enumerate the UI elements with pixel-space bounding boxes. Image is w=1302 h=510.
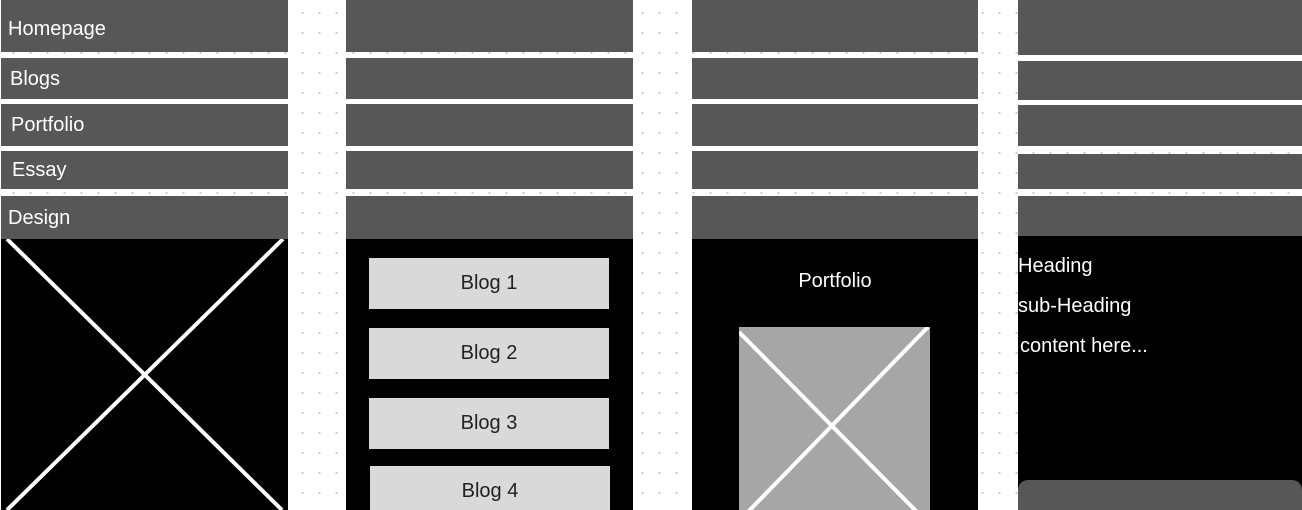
blog-2-button[interactable]: Blog 2 xyxy=(369,328,609,379)
portfolio-image-placeholder xyxy=(739,327,930,510)
article-footer-bar[interactable] xyxy=(1018,480,1302,510)
nav-bar-blank[interactable] xyxy=(1018,105,1302,146)
nav-design[interactable]: Design xyxy=(1,196,288,239)
nav-label: Portfolio xyxy=(11,114,85,136)
blog-label: Blog 1 xyxy=(460,272,518,294)
image-placeholder-icon xyxy=(5,239,285,510)
image-placeholder-icon xyxy=(739,327,930,510)
article-screen: Heading sub-Heading content here... xyxy=(1018,236,1302,510)
nav-essay[interactable]: Essay xyxy=(1,151,288,189)
blog-1-button[interactable]: Blog 1 xyxy=(369,258,609,309)
article-content: content here... xyxy=(1020,335,1148,357)
hero-image-placeholder xyxy=(1,239,288,510)
portfolio-title: Portfolio xyxy=(798,270,872,292)
home-panel: Homepage Blogs Portfolio Essay Design xyxy=(1,0,288,510)
nav-homepage[interactable]: Homepage xyxy=(1,0,288,52)
blog-list-screen: Blog 1 Blog 2 Blog 3 Blog 4 xyxy=(346,239,633,510)
blogs-panel: Blog 1 Blog 2 Blog 3 Blog 4 xyxy=(346,0,633,510)
nav-label: Blogs xyxy=(10,67,61,90)
blog-label: Blog 2 xyxy=(460,342,518,364)
nav-bar-blank[interactable] xyxy=(346,58,633,99)
nav-bar-blank[interactable] xyxy=(346,104,633,146)
nav-label: Homepage xyxy=(8,18,106,40)
nav-bar-blank[interactable] xyxy=(1018,0,1302,55)
nav-bar-blank[interactable] xyxy=(692,151,978,189)
nav-bar-blank[interactable] xyxy=(692,104,978,146)
nav-bar-blank[interactable] xyxy=(1018,61,1302,100)
nav-bar-blank[interactable] xyxy=(346,196,633,239)
article-heading: Heading xyxy=(1018,255,1093,277)
nav-bar-blank[interactable] xyxy=(346,151,633,189)
nav-label: Design xyxy=(8,206,71,229)
nav-portfolio[interactable]: Portfolio xyxy=(1,104,288,146)
nav-bar-blank[interactable] xyxy=(1018,154,1302,189)
nav-bar-blank[interactable] xyxy=(1018,196,1302,236)
portfolio-panel: Portfolio xyxy=(692,0,978,510)
blog-4-button[interactable]: Blog 4 xyxy=(370,466,610,510)
article-panel: Heading sub-Heading content here... xyxy=(1018,0,1302,510)
nav-bar-blank[interactable] xyxy=(692,0,978,52)
blog-label: Blog 3 xyxy=(460,412,518,434)
nav-bar-blank[interactable] xyxy=(346,0,633,52)
blog-3-button[interactable]: Blog 3 xyxy=(369,398,609,449)
nav-bar-blank[interactable] xyxy=(692,196,978,239)
nav-blogs[interactable]: Blogs xyxy=(1,58,288,99)
nav-label: Essay xyxy=(12,159,67,181)
article-subheading: sub-Heading xyxy=(1018,295,1132,317)
blog-label: Blog 4 xyxy=(461,480,519,502)
nav-bar-blank[interactable] xyxy=(692,58,978,99)
portfolio-screen: Portfolio xyxy=(692,239,978,510)
